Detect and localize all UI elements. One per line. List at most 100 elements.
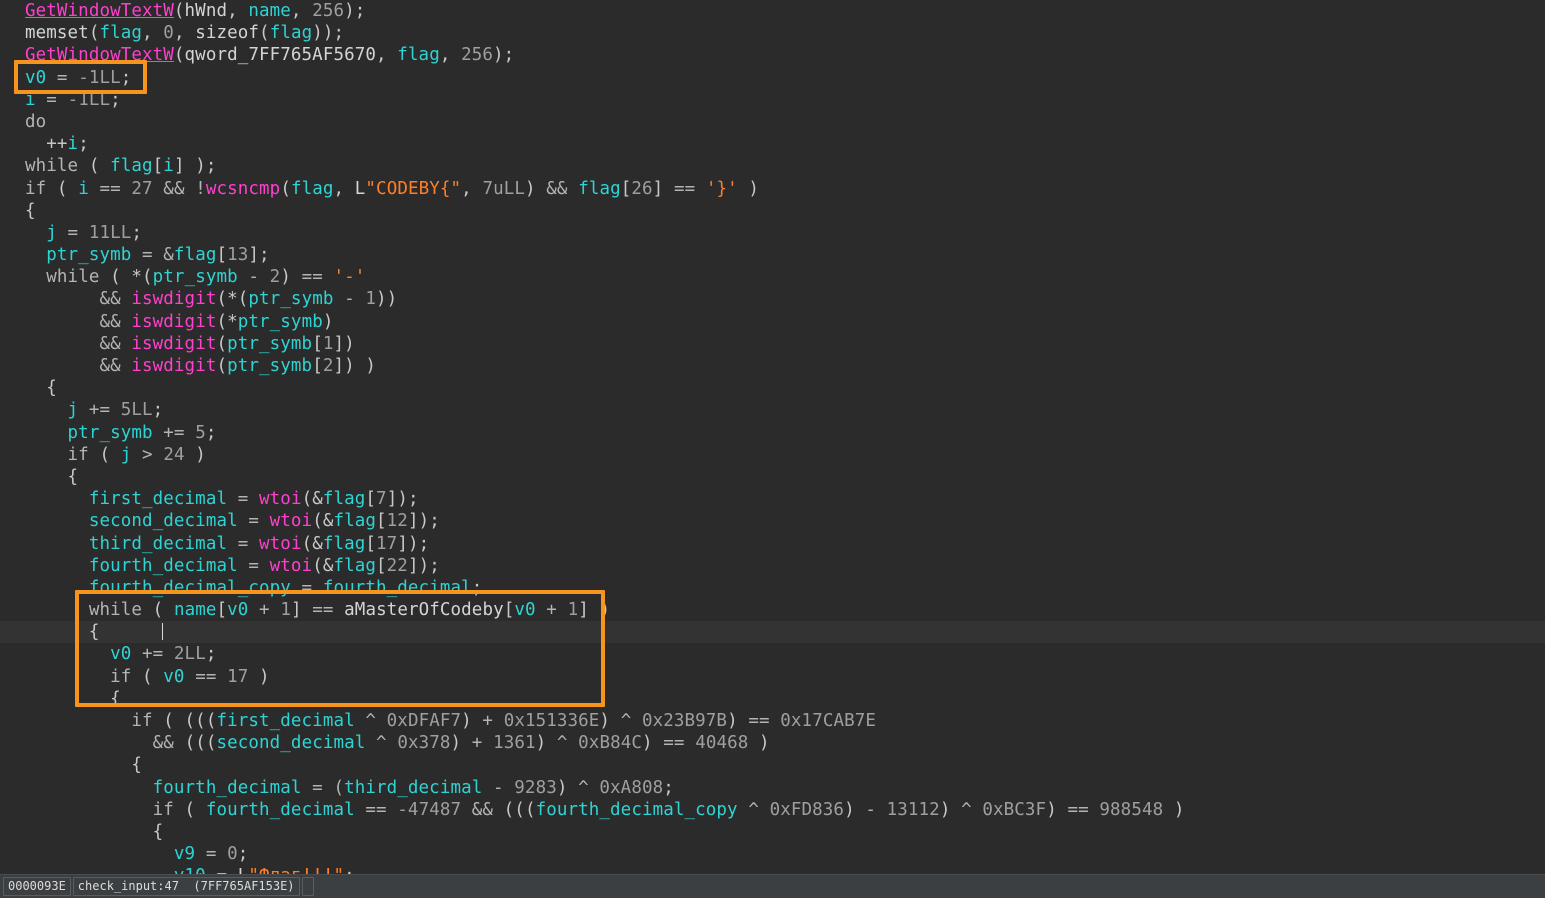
code-token-plain: memset (25, 23, 89, 43)
code-token-punct: [ (312, 356, 323, 376)
code-token-var: v0 (110, 644, 131, 664)
status-bar: 0000093E check_input:47 (7FF765AF153E) (0, 874, 1545, 898)
code-line[interactable]: if ( i == 27 && !wcsncmp(flag, L"CODEBY{… (0, 178, 1545, 200)
code-line[interactable]: while ( flag[i] ); (0, 155, 1545, 177)
code-token-punct (25, 489, 89, 509)
code-token-var: flag (110, 156, 153, 176)
code-token-punct: ] ) (578, 600, 610, 620)
code-token-punct: ; (238, 844, 249, 864)
code-token-punct (25, 711, 131, 731)
code-line[interactable]: GetWindowTextW(qword_7FF765AF5670, flag,… (0, 44, 1545, 66)
code-token-punct: ; (131, 223, 142, 243)
code-token-num: 988548 (1099, 800, 1163, 820)
code-line[interactable]: memset(flag, 0, sizeof(flag)); (0, 22, 1545, 44)
code-line[interactable]: { (0, 688, 1545, 710)
code-line[interactable]: { (0, 466, 1545, 488)
code-token-punct: [ (153, 156, 164, 176)
code-line[interactable]: { (0, 821, 1545, 843)
code-line[interactable]: if ( j > 24 ) (0, 444, 1545, 466)
code-token-punct: [ (376, 556, 387, 576)
code-token-num: 2 (270, 267, 281, 287)
code-token-fn: wtoi (270, 511, 313, 531)
code-line[interactable]: j = 11LL; (0, 222, 1545, 244)
code-token-punct: ( *( (99, 267, 152, 287)
code-token-punct: ) (557, 778, 578, 798)
code-token-punct: (& (302, 489, 323, 509)
code-token-kw: while (89, 600, 142, 620)
code-line[interactable]: third_decimal = wtoi(&flag[17]); (0, 533, 1545, 555)
code-line[interactable]: v0 += 2LL; (0, 643, 1545, 665)
code-line[interactable]: && (((second_decimal ^ 0x378) + 1361) ^ … (0, 732, 1545, 754)
code-token-punct (25, 423, 68, 443)
code-token-plain: L (355, 179, 366, 199)
code-line[interactable]: v9 = 0; (0, 843, 1545, 865)
code-token-var: second_decimal (89, 511, 238, 531)
status-offset: 0000093E (3, 877, 71, 896)
code-token-punct: , (461, 179, 482, 199)
code-line[interactable]: && iswdigit(ptr_symb[1]) (0, 333, 1545, 355)
code-token-punct: ; (663, 778, 674, 798)
code-token-var: fourth_decimal (206, 800, 355, 820)
code-line[interactable]: first_decimal = wtoi(&flag[7]); (0, 488, 1545, 510)
code-line[interactable]: ++i; (0, 133, 1545, 155)
code-token-op: > (131, 445, 163, 465)
code-token-punct (25, 556, 89, 576)
code-token-var: ptr_symb (68, 423, 153, 443)
code-token-punct: (& (312, 556, 333, 576)
code-line[interactable]: ptr_symb = &flag[13]; (0, 244, 1545, 266)
code-token-var: flag (323, 534, 366, 554)
code-token-punct: , (376, 45, 397, 65)
code-token-var: first_decimal (89, 489, 227, 509)
code-token-var: v0 (514, 600, 535, 620)
code-token-punct: ( (174, 800, 206, 820)
code-line[interactable]: if ( v0 == 17 ) (0, 666, 1545, 688)
code-line[interactable]: && iswdigit(*(ptr_symb - 1)) (0, 288, 1545, 310)
code-line[interactable]: GetWindowTextW(hWnd, name, 256); (0, 0, 1545, 22)
code-token-op: = (227, 534, 259, 554)
code-token-var: j (121, 445, 132, 465)
code-line[interactable]: while ( *(ptr_symb - 2) == '-' (0, 266, 1545, 288)
code-token-num: 0xB84C (578, 733, 642, 753)
code-token-punct (25, 644, 110, 664)
code-line[interactable]: fourth_decimal = (third_decimal - 9283) … (0, 777, 1545, 799)
code-line[interactable]: fourth_decimal = wtoi(&flag[22]); (0, 555, 1545, 577)
code-token-var: v9 (174, 844, 195, 864)
code-token-var: name (248, 1, 291, 21)
code-line[interactable]: { (0, 377, 1545, 399)
code-token-var: flag (270, 23, 313, 43)
code-line[interactable]: v10 = L"Флаг!!!"; (0, 865, 1545, 874)
code-token-num: 40468 (695, 733, 748, 753)
code-token-op: += (131, 644, 174, 664)
code-line[interactable]: second_decimal = wtoi(&flag[12]); (0, 510, 1545, 532)
code-token-punct: , (227, 1, 248, 21)
code-line[interactable]: ptr_symb += 5; (0, 422, 1545, 444)
code-line[interactable]: { (0, 200, 1545, 222)
code-line[interactable]: && iswdigit(ptr_symb[2]) ) (0, 355, 1545, 377)
code-token-punct: ) (185, 445, 206, 465)
code-token-punct (25, 866, 174, 874)
pseudocode-text-area[interactable]: GetWindowTextW(hWnd, name, 256);memset(f… (0, 0, 1545, 874)
code-line[interactable]: do (0, 111, 1545, 133)
code-token-num: 1 (568, 600, 579, 620)
code-line[interactable]: { (0, 754, 1545, 776)
code-line[interactable]: j += 5LL; (0, 399, 1545, 421)
code-token-op: = (238, 556, 270, 576)
code-line[interactable]: if ( fourth_decimal == -47487 && (((four… (0, 799, 1545, 821)
code-token-op: = (227, 489, 259, 509)
code-token-punct (25, 356, 99, 376)
code-token-num: 26 (631, 179, 652, 199)
code-token-fn: wtoi (259, 489, 302, 509)
code-token-punct: )) (376, 289, 397, 309)
code-token-var: v0 (163, 667, 184, 687)
code-line[interactable]: && iswdigit(*ptr_symb) (0, 311, 1545, 333)
code-line[interactable]: fourth_decimal_copy = fourth_decimal; (0, 577, 1545, 599)
code-line[interactable]: { (0, 621, 1545, 643)
code-line[interactable]: while ( name[v0 + 1] == aMasterOfCodeby[… (0, 599, 1545, 621)
code-line[interactable]: v0 = -1LL; (0, 67, 1545, 89)
code-token-punct: [ (376, 511, 387, 531)
code-token-punct: ) (727, 711, 748, 731)
code-token-op: && (153, 733, 185, 753)
code-token-op: = & (131, 245, 174, 265)
code-line[interactable]: i = -1LL; (0, 89, 1545, 111)
code-line[interactable]: if ( (((first_decimal ^ 0xDFAF7) + 0x151… (0, 710, 1545, 732)
